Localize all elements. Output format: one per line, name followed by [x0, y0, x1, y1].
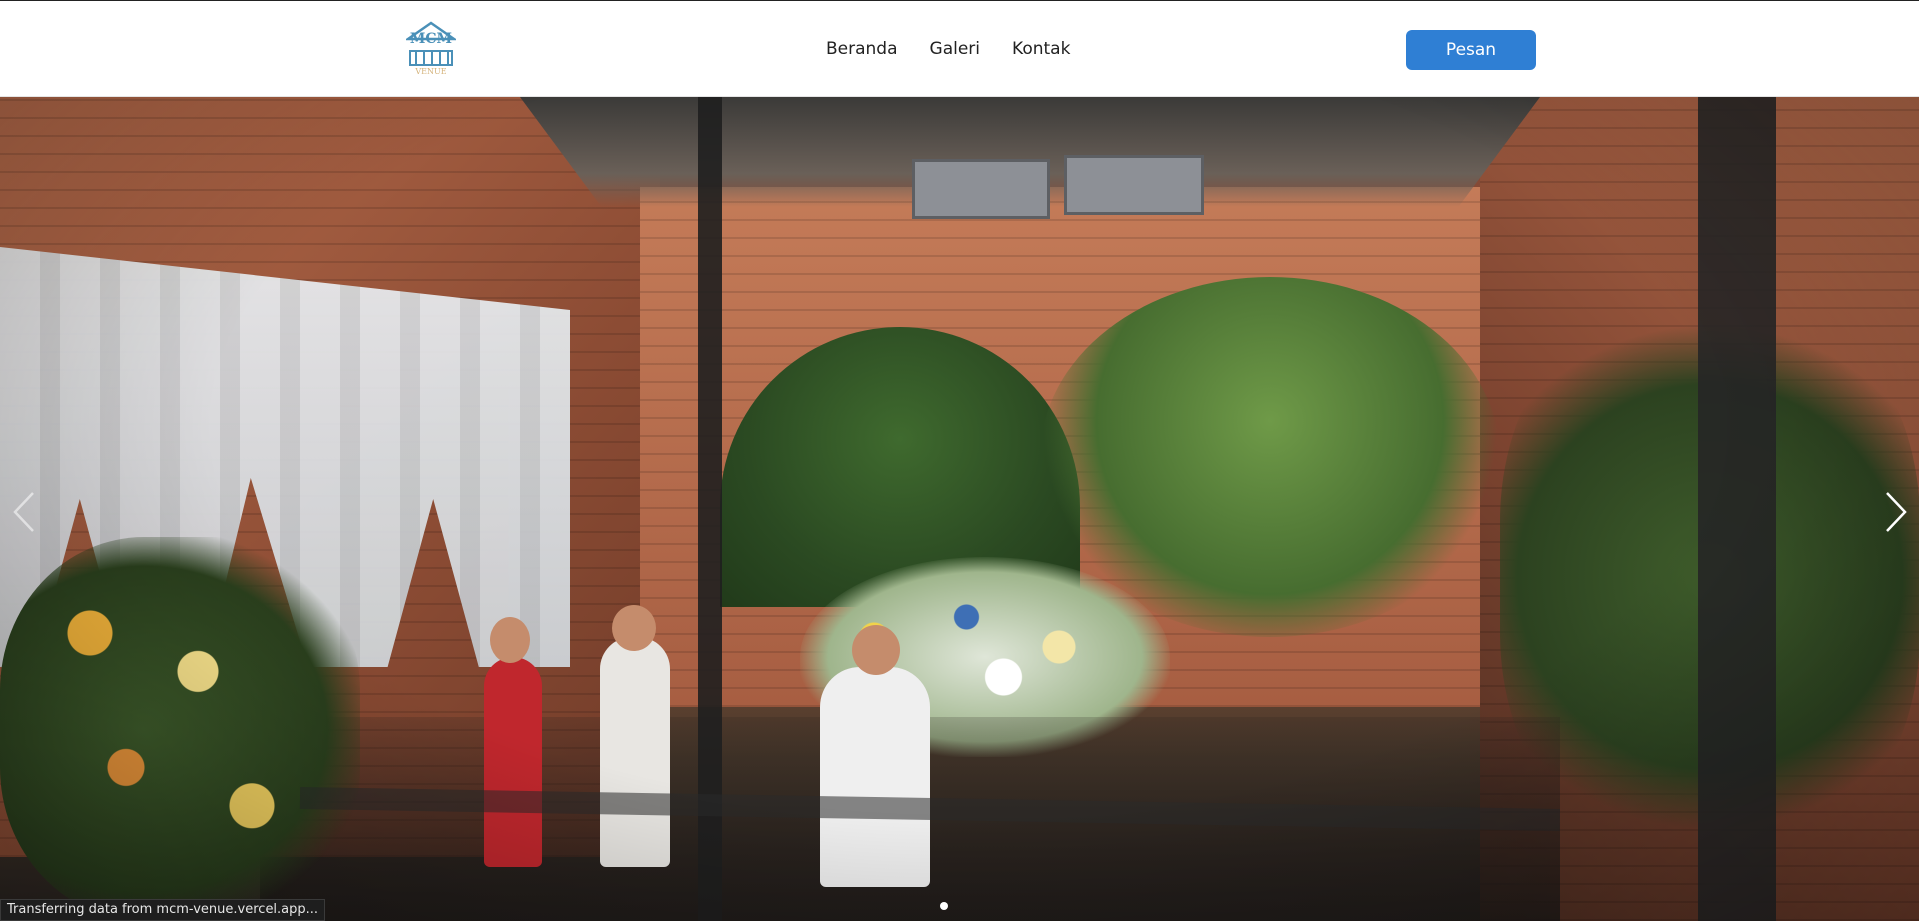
chevron-right-icon: [1886, 492, 1907, 532]
carousel-dots: [940, 902, 948, 910]
browser-status-bar: Transferring data from mcm-venue.vercel.…: [0, 899, 326, 921]
carousel-prev-button[interactable]: [4, 482, 44, 542]
hero-carousel: [0, 97, 1919, 921]
carousel-next-button[interactable]: [1876, 482, 1916, 542]
chevron-left-icon: [13, 492, 34, 532]
nav-link-beranda[interactable]: Beranda: [826, 39, 898, 59]
carousel-dot[interactable]: [940, 902, 948, 910]
main-nav: Beranda Galeri Kontak: [826, 39, 1070, 59]
pesan-button[interactable]: Pesan: [1406, 30, 1536, 70]
image-vignette: [0, 97, 1919, 921]
mcm-venue-logo-icon: MCM VENUE: [406, 21, 456, 75]
site-header: MCM VENUE Beranda Galeri Kontak Pesan: [0, 0, 1919, 97]
site-logo[interactable]: MCM VENUE: [406, 21, 456, 75]
nav-link-kontak[interactable]: Kontak: [1012, 39, 1070, 59]
nav-link-galeri[interactable]: Galeri: [930, 39, 981, 59]
logo-text-bottom: VENUE: [414, 67, 446, 75]
logo-text-top: MCM: [410, 31, 452, 47]
